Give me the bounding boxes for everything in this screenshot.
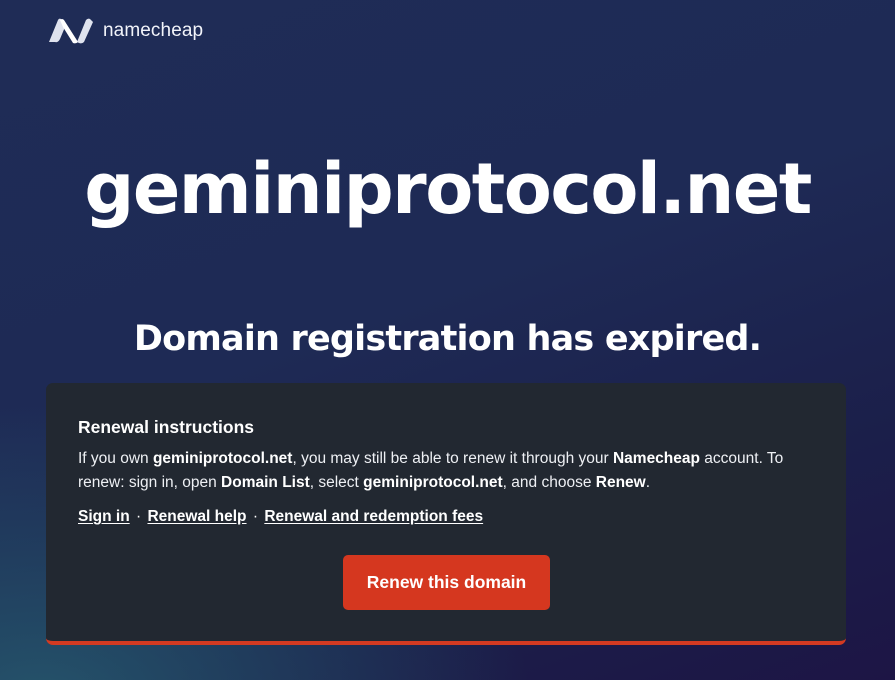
renewal-fees-link[interactable]: Renewal and redemption fees [264,508,483,525]
renewal-card: Renewal instructions If you own geminipr… [46,383,846,645]
help-links: Sign in · Renewal help · Renewal and red… [78,508,483,526]
provider-name: Namecheap [612,450,700,467]
text-segment: If you own [78,450,153,467]
sign-in-link[interactable]: Sign in [78,508,130,525]
link-separator: · [135,508,142,525]
text-segment: . [645,473,651,491]
namecheap-n-logo-icon [49,18,93,44]
domain-name-inline: geminiprotocol.net [363,473,503,491]
namecheap-logo[interactable]: namecheap [46,16,203,46]
renewal-instructions-text: If you own geminiprotocol.net, you may s… [78,447,808,494]
expired-status-heading: Domain registration has expired. [133,319,762,359]
text-segment: , you may still be able to renew it thro… [292,450,613,467]
text-segment: , select [309,473,364,491]
namecheap-wordmark: namecheap [103,20,204,41]
renew-term: Renew [595,473,646,491]
domain-name-title: geminiprotocol.net [84,148,812,230]
link-separator: · [252,508,259,525]
text-segment: , and choose [502,473,596,491]
renewal-instructions-heading: Renewal instructions [78,417,255,437]
renewal-help-link[interactable]: Renewal help [147,508,246,525]
renew-domain-button[interactable]: Renew this domain [343,555,550,610]
domain-name-inline: geminiprotocol.net [152,450,293,467]
domain-list-term: Domain List [221,473,310,491]
